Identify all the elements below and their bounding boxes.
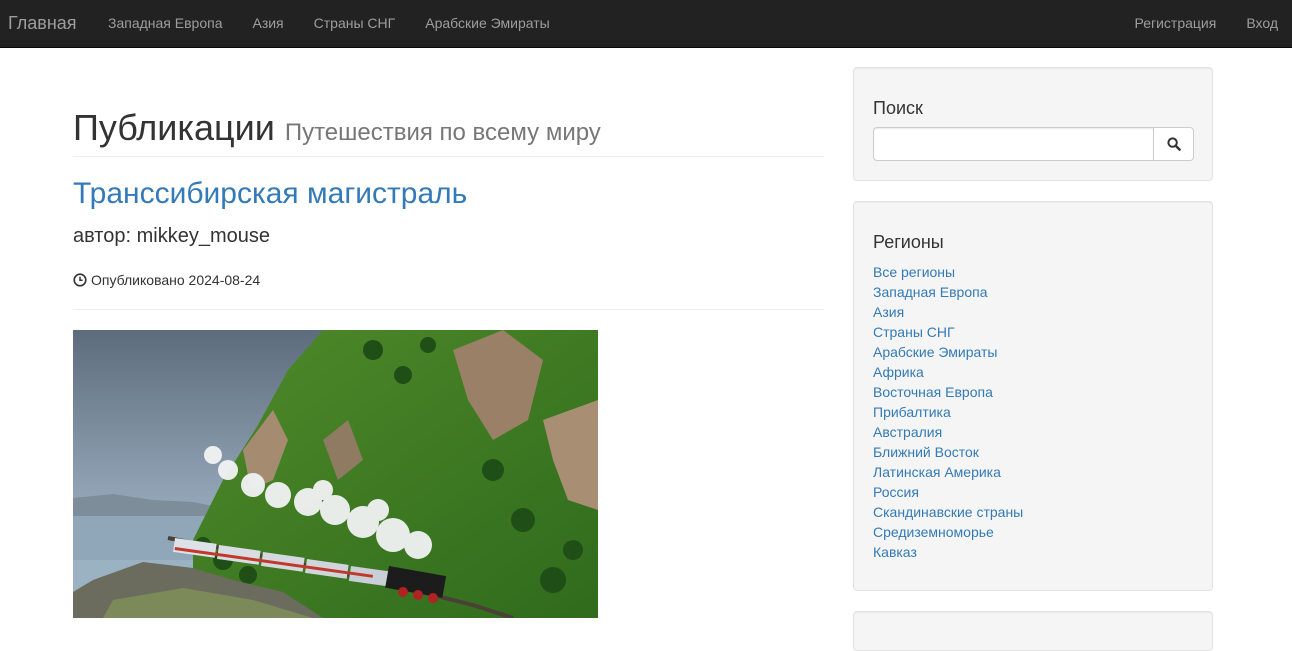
nav-link-cis[interactable]: Страны СНГ <box>314 0 396 47</box>
region-link-caucasus[interactable]: Кавказ <box>873 544 917 560</box>
list-item: Восточная Европа <box>873 382 1023 402</box>
post-date: Опубликовано 2024-08-24 <box>91 272 261 288</box>
clock-icon <box>73 273 87 287</box>
region-link-cis[interactable]: Страны СНГ <box>873 324 955 340</box>
region-link-eastern-europe[interactable]: Восточная Европа <box>873 384 993 400</box>
list-item: Арабские Эмираты <box>873 342 1023 362</box>
sidebar-panel-3 <box>853 611 1213 651</box>
nav-left: Западная Европа Азия Страны СНГ Арабские… <box>108 0 580 47</box>
regions-list: Все регионы Западная Европа Азия Страны … <box>873 262 1023 562</box>
region-link-middle-east[interactable]: Ближний Восток <box>873 444 979 460</box>
nav-link-uae[interactable]: Арабские Эмираты <box>425 0 549 47</box>
list-item: Скандинавские страны <box>873 502 1023 522</box>
list-item: Западная Европа <box>873 282 1023 302</box>
search-icon <box>1166 137 1181 151</box>
list-item: Австралия <box>873 422 1023 442</box>
nav-link-register[interactable]: Регистрация <box>1134 0 1216 47</box>
list-item: Кавказ <box>873 542 1023 562</box>
post-title-link[interactable]: Транссибирская магистраль <box>73 175 467 213</box>
region-link-mediterranean[interactable]: Средиземноморье <box>873 524 994 540</box>
region-link-australia[interactable]: Австралия <box>873 424 942 440</box>
post-meta: Опубликовано 2024-08-24 <box>73 270 260 290</box>
search-group <box>873 127 1194 161</box>
page-title: Публикации Путешествия по всему миру <box>73 106 824 155</box>
post-author: автор: mikkey_mouse <box>73 225 270 247</box>
nav-link-western-europe[interactable]: Западная Европа <box>108 0 222 47</box>
region-link-asia[interactable]: Азия <box>873 304 904 320</box>
nav-right: Регистрация Вход <box>1104 0 1278 47</box>
top-navbar: Главная Западная Европа Азия Страны СНГ … <box>0 0 1292 48</box>
regions-panel: Регионы Все регионы Западная Европа Азия… <box>853 201 1213 591</box>
list-item: Страны СНГ <box>873 322 1023 342</box>
region-link-russia[interactable]: Россия <box>873 484 919 500</box>
search-button[interactable] <box>1154 127 1194 161</box>
post-divider <box>73 309 824 310</box>
region-link-all[interactable]: Все регионы <box>873 264 955 280</box>
nav-link-login[interactable]: Вход <box>1246 0 1278 47</box>
regions-panel-title: Регионы <box>873 232 944 252</box>
nav-link-asia[interactable]: Азия <box>252 0 283 47</box>
region-link-uae[interactable]: Арабские Эмираты <box>873 344 997 360</box>
list-item: Африка <box>873 362 1023 382</box>
search-input[interactable] <box>873 127 1154 161</box>
brand-home-link[interactable]: Главная <box>8 12 77 34</box>
list-item: Ближний Восток <box>873 442 1023 462</box>
list-item: Прибалтика <box>873 402 1023 422</box>
region-link-latin-america[interactable]: Латинская Америка <box>873 464 1001 480</box>
region-link-africa[interactable]: Африка <box>873 364 924 380</box>
list-item: Латинская Америка <box>873 462 1023 482</box>
page-subtitle: Путешествия по всему миру <box>284 119 601 146</box>
page-header: Публикации Путешествия по всему миру <box>73 106 824 157</box>
list-item: Средиземноморье <box>873 522 1023 542</box>
region-link-baltics[interactable]: Прибалтика <box>873 404 951 420</box>
list-item: Россия <box>873 482 1023 502</box>
region-link-scandinavia[interactable]: Скандинавские страны <box>873 504 1023 520</box>
list-item: Азия <box>873 302 1023 322</box>
page-title-text: Публикации <box>73 107 275 148</box>
list-item: Все регионы <box>873 262 1023 282</box>
post-image <box>73 330 598 618</box>
region-link-western-europe[interactable]: Западная Европа <box>873 284 987 300</box>
search-panel: Поиск <box>853 67 1213 181</box>
search-panel-title: Поиск <box>873 98 923 118</box>
train-landscape-photo <box>73 330 598 618</box>
